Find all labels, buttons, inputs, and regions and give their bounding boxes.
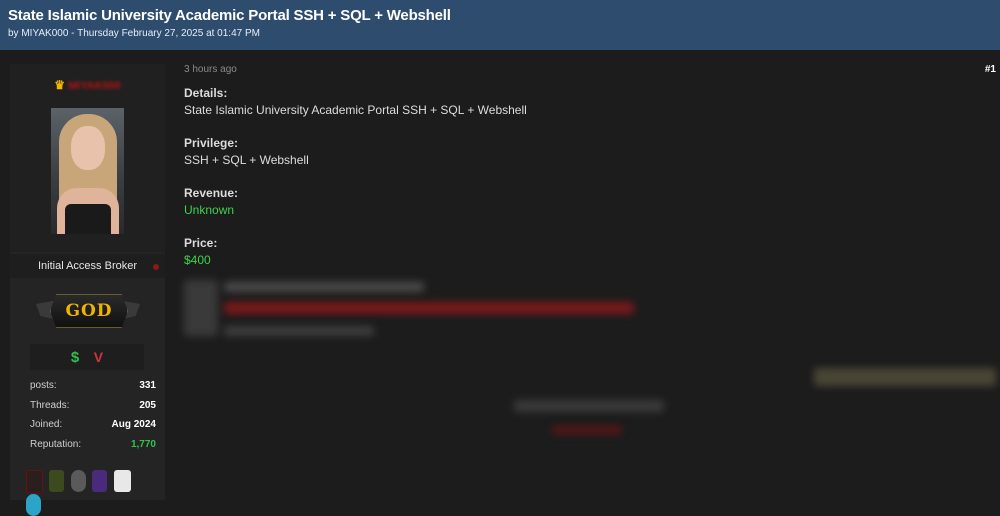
author-username[interactable]: ♛ MIYAK000 [10,78,165,92]
thread-header: State Islamic University Academic Portal… [0,0,1000,50]
post-body: 3 hours ago #1 Details: State Islamic Un… [184,64,1000,500]
helmet-award-icon[interactable] [70,470,86,492]
code-award-icon[interactable] [113,470,131,492]
status-dot-icon [153,264,159,270]
rank-badge-label: GOD [65,301,113,321]
stat-posts: posts: 331 [30,380,156,391]
hacker-award-icon[interactable] [92,470,108,492]
privilege-value: SSH + SQL + Webshell [184,153,309,167]
blurred-icon [184,280,218,336]
user-stats: posts: 331 Threads: 205 Joined: Aug 2024… [30,380,156,458]
award-icons [26,470,146,516]
stat-threads: Threads: 205 [30,399,156,411]
thread-meta: by MIYAK000 - Thursday February 27, 2025… [8,28,260,39]
dollar-icon: $ [70,349,80,366]
blurred-text-line [224,326,374,336]
post-number[interactable]: #1 [985,64,996,75]
stat-reputation: Reputation: 1,770 [30,438,156,450]
details-label: Details: [184,86,228,100]
author-sidebar: ♛ MIYAK000 Initial Access Broker GOD $ V … [10,64,165,500]
privilege-label: Privilege: [184,136,239,150]
user-role: Initial Access Broker [10,254,165,278]
suit-award-icon[interactable] [26,470,43,494]
user-card: ♛ MIYAK000 [10,64,165,252]
v-badge-icon: V [93,349,104,365]
rank-badge: GOD [36,292,140,328]
price-value: $400 [184,253,211,267]
blurred-signature-text [514,400,664,412]
green-award-icon[interactable] [49,470,65,492]
stat-joined: Joined: Aug 2024 [30,419,156,430]
price-label: Price: [184,236,218,250]
blurred-hidden-content [224,302,634,314]
role-label: Initial Access Broker [37,260,138,272]
user-badges: $ V [30,344,144,370]
revenue-label: Revenue: [184,186,239,200]
globe-award-icon[interactable] [26,494,41,516]
crown-icon: ♛ [54,78,65,92]
avatar[interactable] [51,108,124,234]
blurred-signature-link [552,426,622,434]
thread-title: State Islamic University Academic Portal… [8,7,451,24]
blurred-text-line [224,282,424,292]
details-value: State Islamic University Academic Portal… [184,103,527,117]
blurred-signature [814,368,996,386]
post-timestamp[interactable]: 3 hours ago [184,64,237,75]
revenue-value: Unknown [184,203,235,217]
